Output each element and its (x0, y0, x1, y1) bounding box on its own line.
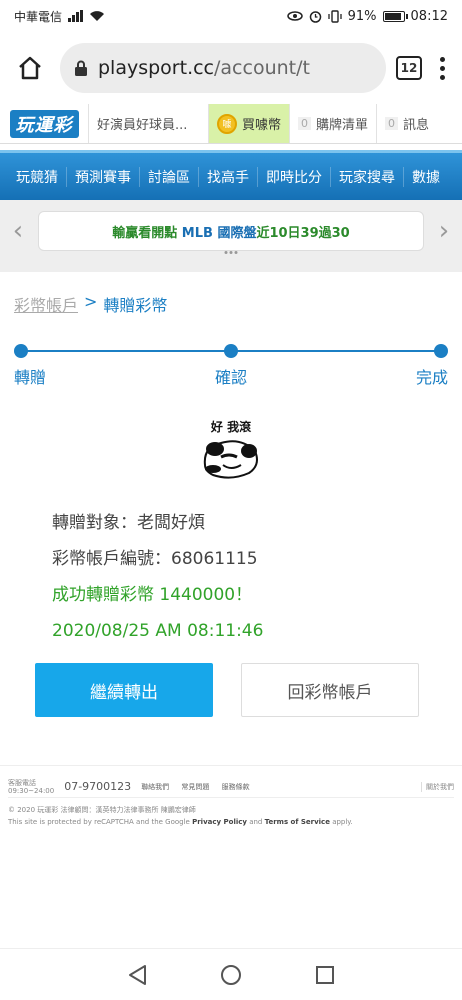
step-dot-1 (14, 344, 28, 358)
wifi-icon (90, 11, 105, 21)
coin-icon: 噱 (217, 113, 237, 134)
browser-toolbar: playsport.cc/account/t 12 (0, 32, 462, 104)
step-label-done: 完成 (415, 368, 448, 387)
meme-image: 好 我滾 (196, 418, 266, 483)
footer-link-terms[interactable]: 服務條款 (222, 783, 250, 791)
transfer-datetime: 2020/08/25 AM 08:11:46 (52, 621, 264, 641)
back-triangle-icon[interactable] (127, 964, 147, 986)
home-icon[interactable] (10, 48, 50, 88)
chevron-right-icon[interactable]: › (434, 216, 454, 246)
breadcrumb-coin-account[interactable]: 彩幣帳戶 (14, 292, 78, 316)
chevron-left-icon[interactable]: ‹ (8, 216, 28, 246)
url-host: playsport.cc (98, 57, 215, 79)
panda-face-icon (203, 440, 258, 479)
terms-of-service-link[interactable]: Terms of Service (265, 818, 330, 826)
site-header: 玩運彩 好演員好球員... 噱 買噱幣 0 購牌清單 0 訊息 (0, 104, 462, 144)
step-dot-3 (434, 344, 448, 358)
nav-item-player-search[interactable]: 玩家搜尋 (330, 166, 403, 187)
coin-account-number: 彩幣帳戶編號：68061115 (52, 549, 258, 569)
buy-coin-button[interactable]: 噱 買噱幣 (208, 104, 290, 143)
url-bar[interactable]: playsport.cc/account/t (60, 43, 386, 93)
vibrate-icon (327, 9, 342, 23)
alarm-icon (309, 10, 321, 23)
messages-label: 訊息 (403, 118, 430, 133)
nav-item-guess[interactable]: 玩競猜 (8, 167, 66, 187)
nav-item-livescore[interactable]: 即時比分 (257, 166, 330, 187)
buy-coin-label: 買噱幣 (242, 118, 282, 133)
signal-icon (68, 10, 84, 22)
meme-caption: 好 我滾 (210, 420, 252, 434)
transfer-result: 轉贈對象：老闆好煩 彩幣帳戶編號：68061115 成功轉贈彩幣 1440000… (0, 483, 462, 649)
cart-link[interactable]: 0 購牌清單 (289, 104, 376, 143)
status-bar: 中華電信 91% 08:12 (0, 0, 462, 32)
support-label: 客服電話 09:30~24:00 (8, 778, 55, 795)
clock: 08:12 (410, 8, 448, 24)
main-nav: 玩競猜 預測賽事 討論區 找高手 即時比分 玩家搜尋 數據 (0, 150, 462, 200)
battery-icon (382, 10, 408, 22)
nav-item-stats[interactable]: 數據 (403, 166, 448, 187)
nav-item-forum[interactable]: 討論區 (139, 166, 198, 187)
step-label-transfer: 轉贈 (14, 368, 47, 387)
continue-transfer-button[interactable]: 繼續轉出 (35, 663, 213, 717)
browser-menu-icon[interactable] (432, 56, 452, 80)
username-link[interactable]: 好演員好球員... (88, 104, 208, 143)
announcement-carousel: ‹ 輸贏看開點 MLB 國際盤 近10日39過30 › (0, 200, 462, 262)
announcement-prefix: 輸贏看開點 (112, 225, 178, 241)
battery-percent: 91% (347, 8, 377, 24)
copyright-text: © 2020 玩運彩 法律顧問：漢英特力法律事務所 陳鵬宏律師 (8, 806, 196, 814)
announcement-text: 近10日39過30 (256, 225, 350, 241)
footer-link-about[interactable]: 關於我們 (421, 781, 454, 792)
messages-link[interactable]: 0 訊息 (376, 104, 437, 143)
progress-steps: 轉贈 確認 完成 (14, 344, 448, 387)
lock-icon (75, 60, 87, 76)
messages-count: 0 (385, 117, 399, 130)
footer-link-contact[interactable]: 聯絡我們 (141, 783, 169, 791)
privacy-policy-link[interactable]: Privacy Policy (192, 818, 247, 826)
support-phone: 07-9700123 (64, 780, 132, 793)
footer-link-faq[interactable]: 常見問題 (181, 783, 209, 791)
recents-square-icon[interactable] (315, 965, 335, 985)
step-dot-2 (224, 344, 238, 358)
eye-icon (286, 11, 303, 21)
system-navigation-bar (0, 948, 462, 1000)
announcement-league: MLB 國際盤 (181, 225, 257, 241)
announcement-banner[interactable]: 輸贏看開點 MLB 國際盤 近10日39過30 (38, 211, 424, 251)
action-buttons: 繼續轉出 回彩幣帳戶 (0, 663, 462, 717)
success-message: 成功轉贈彩幣 1440000！ (52, 585, 253, 605)
carousel-dots (224, 251, 238, 254)
breadcrumb-separator: > (84, 292, 98, 311)
url-path: /account/t (214, 57, 310, 79)
site-logo[interactable]: 玩運彩 (0, 104, 88, 143)
tab-switcher-button[interactable]: 12 (396, 56, 422, 80)
home-circle-icon[interactable] (220, 964, 242, 986)
nav-item-experts[interactable]: 找高手 (198, 166, 257, 187)
back-to-account-button[interactable]: 回彩幣帳戶 (241, 663, 419, 717)
site-footer: 客服電話 09:30~24:00 07-9700123 聯絡我們 常見問題 服務… (0, 765, 462, 828)
transfer-target: 轉贈對象：老闆好煩 (52, 513, 205, 533)
step-label-confirm: 確認 (214, 368, 248, 387)
nav-item-predict[interactable]: 預測賽事 (66, 166, 139, 187)
carrier-label: 中華電信 (14, 9, 63, 24)
cart-label: 購牌清單 (316, 118, 369, 133)
breadcrumb-current: 轉贈彩幣 (103, 296, 168, 315)
breadcrumb: 彩幣帳戶 > 轉贈彩幣 (0, 272, 462, 316)
recaptcha-notice: This site is protected by reCAPTCHA and … (8, 818, 353, 826)
cart-count: 0 (298, 117, 312, 130)
